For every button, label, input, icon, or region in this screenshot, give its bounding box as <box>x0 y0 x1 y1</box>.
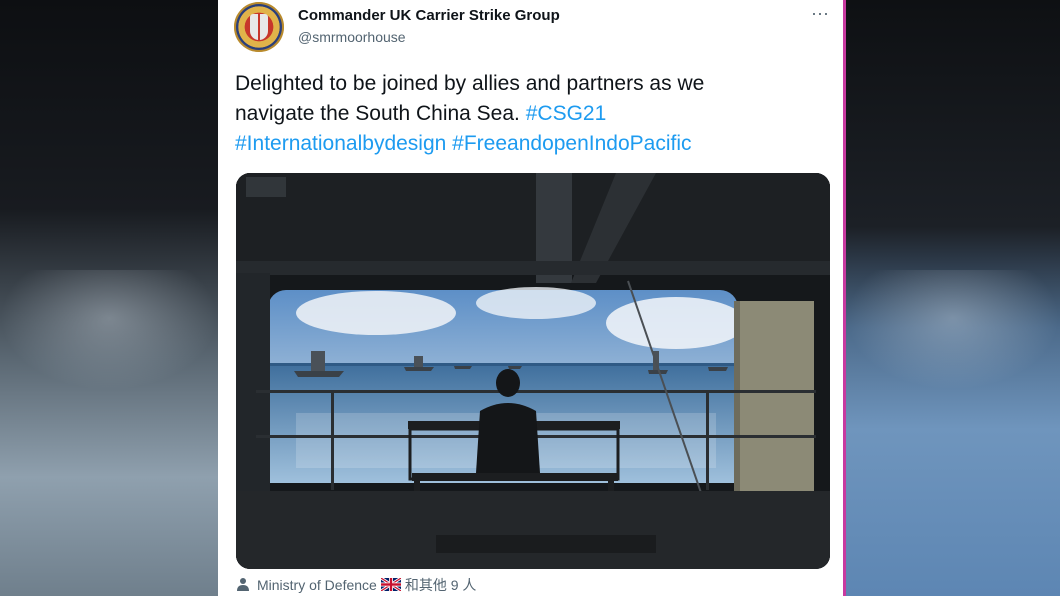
tagged-others[interactable]: 和其他 9 人 <box>405 577 477 593</box>
hashtag-link[interactable]: #FreeandopenIndoPacific <box>452 132 691 155</box>
tweet-text: Delighted to be joined by allies and par… <box>235 69 825 159</box>
tagged-primary[interactable]: Ministry of Defence <box>257 577 377 593</box>
ship-deck-photo <box>236 173 830 569</box>
background-right <box>846 0 1060 596</box>
hashtag-link[interactable]: #Internationalbydesign <box>235 132 446 155</box>
uk-flag-icon <box>380 577 401 591</box>
hashtag-link[interactable]: #CSG21 <box>526 102 607 125</box>
crest-shield-icon <box>250 14 268 40</box>
tagged-people[interactable]: Ministry of Defence 和其他 9 人 <box>237 575 476 595</box>
tweet-text-line-1: Delighted to be joined by allies and par… <box>235 72 705 95</box>
tweet-photo[interactable] <box>236 173 830 569</box>
tweet-card: Commander UK Carrier Strike Group @smrmo… <box>218 0 843 596</box>
display-name[interactable]: Commander UK Carrier Strike Group <box>298 7 560 24</box>
person-icon <box>237 577 249 591</box>
user-handle[interactable]: @smrmoorhouse <box>298 29 406 45</box>
crest-avatar[interactable] <box>234 2 284 52</box>
tweet-text-line-2: navigate the South China Sea. <box>235 102 526 125</box>
background-left <box>0 0 218 596</box>
frame-edge <box>843 0 846 596</box>
more-horizontal-icon[interactable]: ··· <box>808 4 832 26</box>
